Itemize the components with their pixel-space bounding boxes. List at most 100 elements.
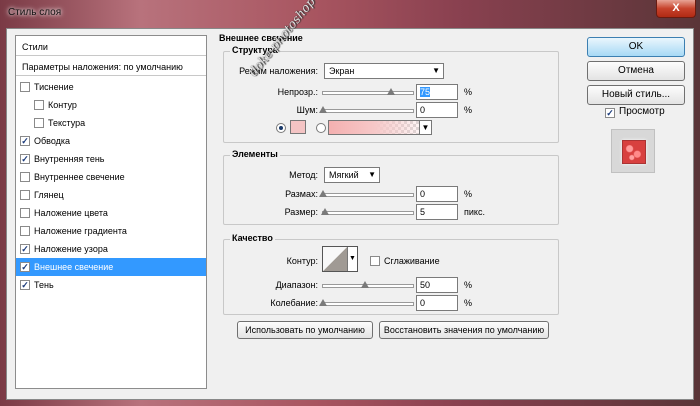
chevron-down-icon[interactable]: ▼	[347, 247, 357, 271]
style-item-checkbox[interactable]	[20, 172, 30, 182]
style-item-label: Наложение градиента	[34, 226, 127, 236]
elements-title: Элементы	[230, 149, 280, 159]
spread-slider-thumb[interactable]	[319, 190, 327, 197]
chevron-down-icon: ▼	[432, 66, 440, 75]
size-slider[interactable]	[321, 208, 414, 215]
style-item-checkbox[interactable]: ✓	[20, 280, 30, 290]
style-item-checkbox[interactable]: ✓	[20, 244, 30, 254]
range-label: Диапазон:	[275, 280, 318, 290]
style-item-checkbox[interactable]	[20, 82, 30, 92]
antialias-label: Сглаживание	[384, 256, 440, 266]
style-item[interactable]: Наложение цвета	[16, 204, 206, 222]
style-item[interactable]: Текстура	[16, 114, 206, 132]
quality-title: Качество	[230, 233, 275, 243]
method-select[interactable]: Мягкий ▼	[324, 167, 380, 183]
range-input[interactable]: 50	[416, 277, 458, 293]
preview-label: Просмотр	[619, 106, 665, 117]
style-item-label: Внешнее свечение	[34, 262, 114, 272]
style-item[interactable]: ✓ Наложение узора	[16, 240, 206, 258]
gradient-radio[interactable]	[316, 123, 326, 133]
style-item[interactable]: Глянец	[16, 186, 206, 204]
size-input[interactable]: 5	[416, 204, 458, 220]
style-item[interactable]: ✓ Внутренняя тень	[16, 150, 206, 168]
quality-group: Качество Контур: ▼ Сглаживание Диапазон:…	[223, 233, 559, 315]
cancel-button[interactable]: Отмена	[587, 61, 685, 81]
size-label: Размер:	[284, 207, 318, 217]
jitter-slider[interactable]	[319, 299, 414, 306]
reset-default-button[interactable]: Восстановить значения по умолчанию	[379, 321, 549, 339]
blend-mode-label: Режим наложения:	[239, 66, 318, 76]
styles-header[interactable]: Стили	[16, 38, 206, 56]
style-item-label: Внутренняя тень	[34, 154, 105, 164]
style-item-label: Контур	[48, 100, 77, 110]
range-slider-thumb[interactable]	[361, 281, 369, 288]
style-item[interactable]: Наложение градиента	[16, 222, 206, 240]
style-item[interactable]: Тиснение	[16, 78, 206, 96]
opacity-label: Непрозр.:	[277, 87, 318, 97]
jitter-slider-thumb[interactable]	[319, 299, 327, 306]
spread-slider[interactable]	[319, 190, 414, 197]
range-slider[interactable]	[322, 281, 414, 288]
blend-mode-select[interactable]: Экран ▼	[324, 63, 444, 79]
style-item-checkbox[interactable]: ✓	[20, 154, 30, 164]
noise-slider[interactable]	[319, 106, 414, 113]
chevron-down-icon: ▼	[368, 170, 376, 179]
opacity-slider-thumb[interactable]	[387, 88, 395, 95]
style-item-checkbox[interactable]: ✓	[20, 136, 30, 146]
style-item-label: Внутреннее свечение	[34, 172, 125, 182]
noise-label: Шум:	[296, 105, 318, 115]
style-preview-frame	[611, 129, 655, 173]
noise-slider-thumb[interactable]	[319, 106, 327, 113]
make-default-button[interactable]: Использовать по умолчанию	[237, 321, 373, 339]
glow-color-swatch[interactable]	[290, 120, 306, 134]
gradient-picker[interactable]: ▼	[328, 120, 432, 135]
title-bar: Стиль слоя X	[0, 0, 700, 30]
style-item[interactable]: ✓ Тень	[16, 276, 206, 294]
style-item-checkbox[interactable]	[34, 100, 44, 110]
style-item[interactable]: ✓ Обводка	[16, 132, 206, 150]
style-item-label: Тиснение	[34, 82, 74, 92]
ok-button[interactable]: OK	[587, 37, 685, 57]
contour-label: Контур:	[286, 256, 318, 266]
structure-title: Структура	[230, 45, 280, 55]
spread-input[interactable]: 0	[416, 186, 458, 202]
style-item-checkbox[interactable]: ✓	[20, 262, 30, 272]
style-item-label: Текстура	[48, 118, 86, 128]
opacity-slider[interactable]	[322, 88, 414, 95]
style-item-label: Тень	[34, 280, 54, 290]
spread-label: Размах:	[285, 189, 318, 199]
styles-list: Стили Параметры наложения: по умолчанию …	[15, 35, 207, 389]
preview-checkbox[interactable]: ✓	[605, 108, 615, 118]
elements-group: Элементы Метод: Мягкий ▼ Размах: 0 % Раз…	[223, 149, 559, 225]
outer-glow-title: Внешнее свечение	[219, 33, 303, 43]
contour-preview-icon	[323, 247, 347, 271]
window-title: Стиль слоя	[8, 7, 62, 18]
style-item-checkbox[interactable]	[20, 226, 30, 236]
structure-group: Структура Режим наложения: Экран ▼ Непро…	[223, 45, 559, 143]
size-slider-thumb[interactable]	[321, 208, 329, 215]
style-item[interactable]: Внутреннее свечение	[16, 168, 206, 186]
style-item-checkbox[interactable]	[20, 190, 30, 200]
style-item-checkbox[interactable]	[20, 208, 30, 218]
jitter-input[interactable]: 0	[416, 295, 458, 311]
style-item[interactable]: ✓ Внешнее свечение	[16, 258, 206, 276]
style-item-checkbox[interactable]	[34, 118, 44, 128]
style-item-label: Глянец	[34, 190, 64, 200]
jitter-label: Колебание:	[270, 298, 318, 308]
chevron-down-icon[interactable]: ▼	[419, 121, 431, 134]
style-item-label: Наложение цвета	[34, 208, 108, 218]
blending-options-item[interactable]: Параметры наложения: по умолчанию	[16, 58, 206, 76]
antialias-checkbox[interactable]	[370, 256, 380, 266]
close-button[interactable]: X	[656, 0, 696, 18]
contour-picker[interactable]: ▼	[322, 246, 358, 272]
noise-input[interactable]: 0	[416, 102, 458, 118]
opacity-input[interactable]: 75	[416, 84, 458, 100]
new-style-button[interactable]: Новый стиль...	[587, 85, 685, 105]
style-preview-thumbnail	[622, 140, 646, 164]
style-item-label: Наложение узора	[34, 244, 108, 254]
solid-color-radio[interactable]	[276, 123, 286, 133]
style-item-label: Обводка	[34, 136, 71, 146]
method-label: Метод:	[289, 170, 318, 180]
layer-style-dialog: Стили Параметры наложения: по умолчанию …	[6, 28, 694, 400]
style-item[interactable]: Контур	[16, 96, 206, 114]
